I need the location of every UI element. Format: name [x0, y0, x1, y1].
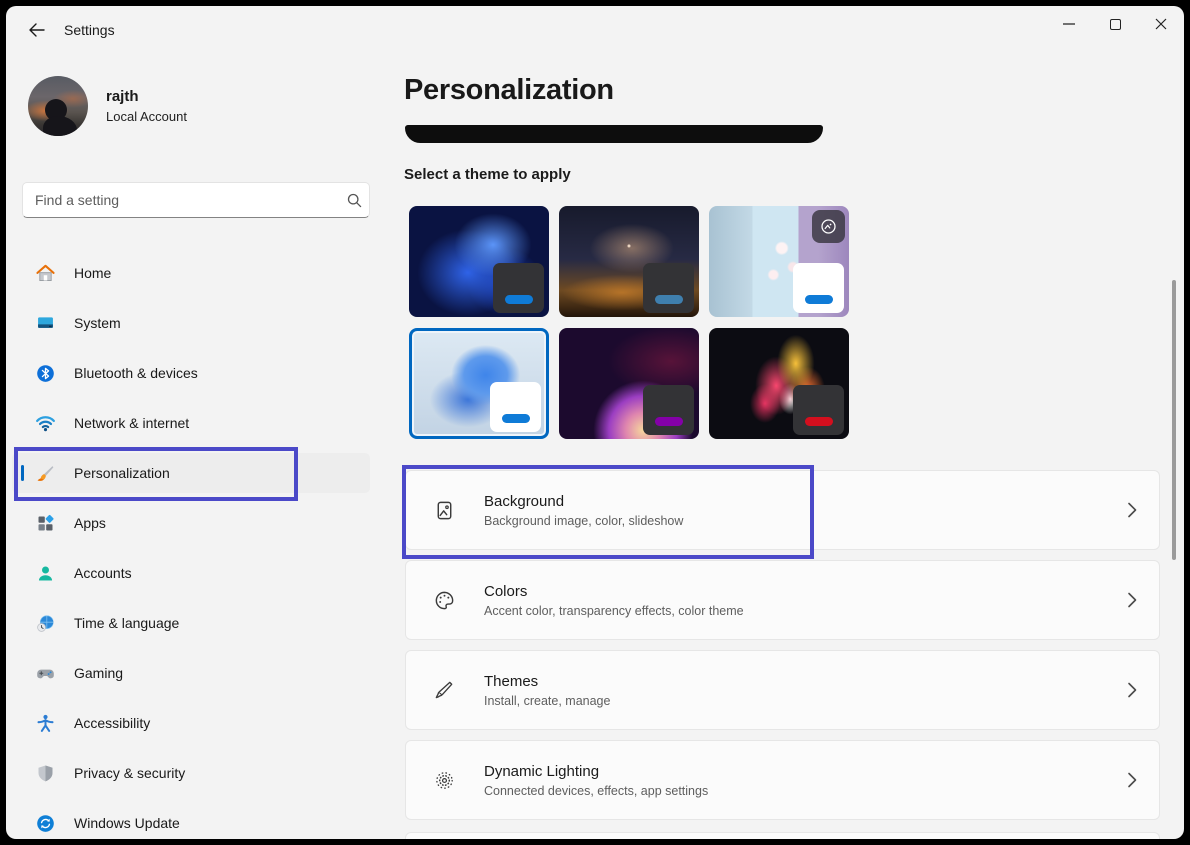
sidebar-item-label: Network & internet: [74, 415, 189, 431]
theme-thumbnail-1[interactable]: [409, 206, 549, 317]
system-icon: [34, 312, 56, 334]
sidebar-item-label: System: [74, 315, 121, 331]
sidebar-item-label: Personalization: [74, 465, 170, 481]
theme-thumbnail-5[interactable]: [559, 328, 699, 439]
window-controls: [1046, 6, 1184, 42]
avatar: [28, 76, 88, 136]
row-subtitle: Install, create, manage: [484, 694, 610, 708]
sidebar-nav: Home System Bluetooth & devices Network …: [12, 253, 370, 839]
row-title: Background: [484, 493, 683, 510]
user-account-type: Local Account: [106, 109, 187, 124]
partial-next-row[interactable]: [405, 832, 1160, 839]
sidebar-item-label: Time & language: [74, 615, 179, 631]
chevron-right-icon: [1127, 592, 1137, 608]
search-box: [22, 182, 370, 218]
brush-icon: [432, 678, 456, 702]
sidebar-item-label: Accessibility: [74, 715, 150, 731]
search-input[interactable]: [23, 192, 339, 208]
sidebar-item-label: Apps: [74, 515, 106, 531]
chevron-right-icon: [1127, 772, 1137, 788]
close-icon: [1155, 18, 1167, 30]
theme-start-preview: [793, 385, 844, 435]
user-name: rajth: [106, 88, 187, 105]
window-title: Settings: [64, 22, 115, 38]
windows-update-icon: [34, 812, 56, 834]
time-language-icon: [34, 612, 56, 634]
row-subtitle: Connected devices, effects, app settings: [484, 784, 708, 798]
search-icon: [339, 193, 369, 208]
sidebar-item-network-internet[interactable]: Network & internet: [12, 403, 370, 443]
sidebar-item-bluetooth-devices[interactable]: Bluetooth & devices: [12, 353, 370, 393]
titlebar: Settings: [6, 6, 1184, 54]
sidebar-item-home[interactable]: Home: [12, 253, 370, 293]
minimize-button[interactable]: [1046, 6, 1092, 42]
row-title: Dynamic Lighting: [484, 763, 708, 780]
theme-thumbnail-3[interactable]: [709, 206, 849, 317]
sidebar-item-personalization[interactable]: Personalization: [12, 453, 370, 493]
colors-row[interactable]: Colors Accent color, transparency effect…: [405, 560, 1160, 640]
user-card[interactable]: rajth Local Account: [28, 76, 187, 136]
bluetooth-icon: [34, 362, 56, 384]
sidebar-item-label: Privacy & security: [74, 765, 185, 781]
theme-start-preview: [493, 263, 544, 313]
section-label: Select a theme to apply: [404, 166, 571, 183]
apps-icon: [34, 512, 56, 534]
theme-start-preview: [793, 263, 844, 313]
privacy-icon: [34, 762, 56, 784]
close-button[interactable]: [1138, 6, 1184, 42]
theme-thumbnail-2[interactable]: [559, 206, 699, 317]
themes-row[interactable]: Themes Install, create, manage: [405, 650, 1160, 730]
theme-thumbnail-6[interactable]: [709, 328, 849, 439]
network-icon: [34, 412, 56, 434]
personalization-icon: [34, 462, 56, 484]
sidebar-item-accounts[interactable]: Accounts: [12, 553, 370, 593]
sparkle-icon: [432, 768, 456, 792]
back-button[interactable]: [18, 14, 54, 46]
chevron-right-icon: [1127, 502, 1137, 518]
theme-thumbnail-4-selected[interactable]: [409, 328, 549, 439]
minimize-icon: [1063, 23, 1075, 25]
slideshow-icon: [812, 210, 845, 243]
sidebar-item-gaming[interactable]: Gaming: [12, 653, 370, 693]
sidebar-item-label: Home: [74, 265, 111, 281]
gaming-icon: [34, 662, 56, 684]
palette-icon: [432, 588, 456, 612]
selected-indicator: [21, 465, 24, 481]
sidebar-item-label: Windows Update: [74, 815, 180, 831]
maximize-button[interactable]: [1092, 6, 1138, 42]
sidebar-item-apps[interactable]: Apps: [12, 503, 370, 543]
background-row[interactable]: Background Background image, color, slid…: [405, 470, 1160, 550]
theme-start-preview: [643, 385, 694, 435]
picture-icon: [432, 498, 456, 522]
sidebar-item-accessibility[interactable]: Accessibility: [12, 703, 370, 743]
dynamic-lighting-row[interactable]: Dynamic Lighting Connected devices, effe…: [405, 740, 1160, 820]
sidebar-item-label: Gaming: [74, 665, 123, 681]
sidebar-item-system[interactable]: System: [12, 303, 370, 343]
sidebar-item-privacy-security[interactable]: Privacy & security: [12, 753, 370, 793]
accessibility-icon: [34, 712, 56, 734]
theme-start-preview: [490, 382, 541, 432]
row-subtitle: Accent color, transparency effects, colo…: [484, 604, 744, 618]
maximize-icon: [1110, 19, 1121, 30]
row-title: Themes: [484, 673, 610, 690]
back-arrow-icon: [28, 23, 45, 37]
theme-start-preview: [643, 263, 694, 313]
sidebar-item-label: Accounts: [74, 565, 132, 581]
chevron-right-icon: [1127, 682, 1137, 698]
sidebar-item-label: Bluetooth & devices: [74, 365, 198, 381]
sidebar-item-time-language[interactable]: Time & language: [12, 603, 370, 643]
accounts-icon: [34, 562, 56, 584]
row-subtitle: Background image, color, slideshow: [484, 514, 683, 528]
settings-window: Settings rajth Local Account: [6, 6, 1184, 839]
page-title: Personalization: [404, 74, 614, 107]
scrollbar-thumb[interactable]: [1172, 280, 1176, 560]
row-title: Colors: [484, 583, 744, 600]
theme-preview-bottom-edge: [405, 125, 823, 143]
sidebar-item-windows-update[interactable]: Windows Update: [12, 803, 370, 839]
home-icon: [34, 262, 56, 284]
